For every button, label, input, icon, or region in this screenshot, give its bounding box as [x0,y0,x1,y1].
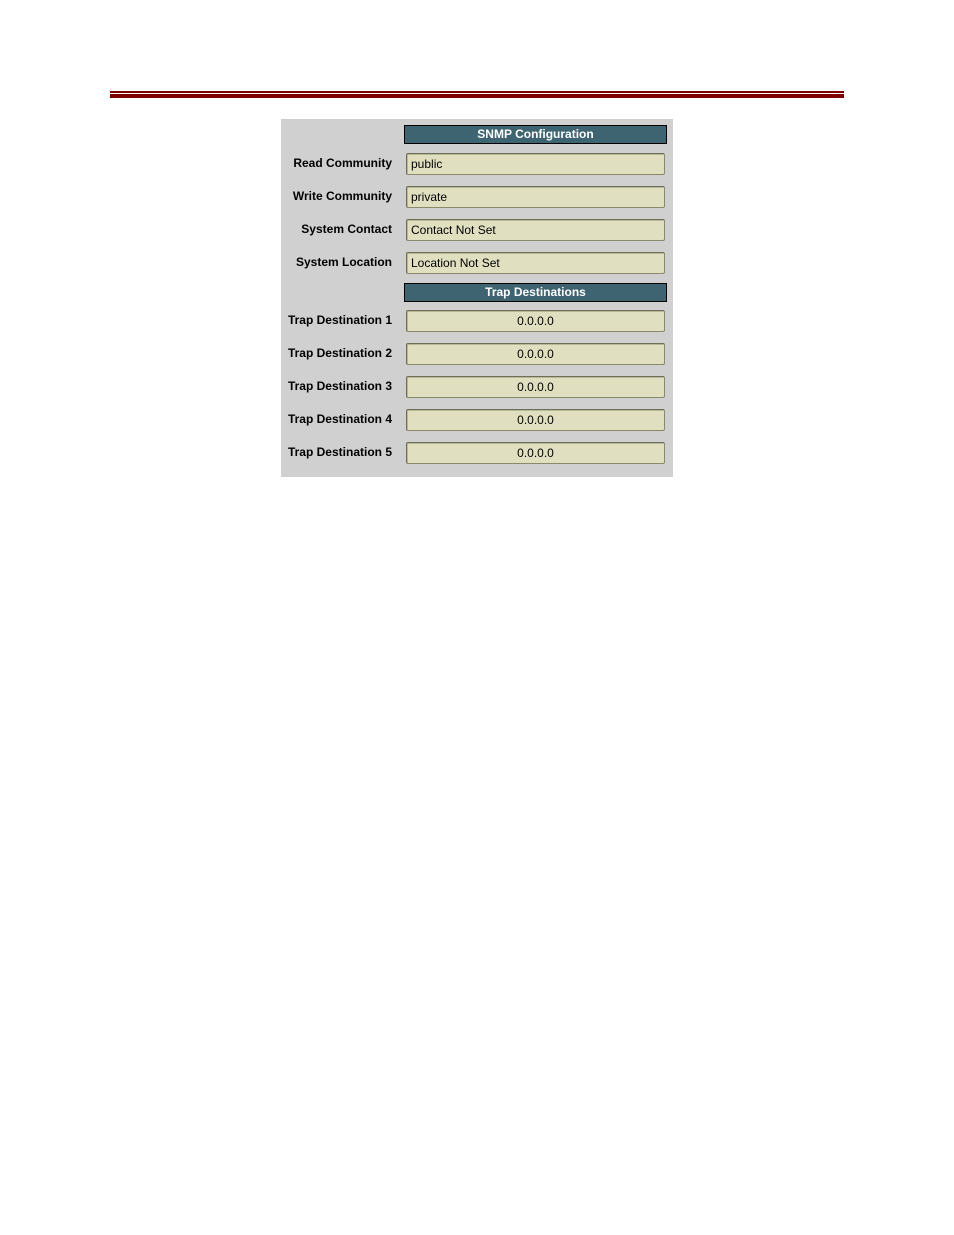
trap-destination-3-input[interactable]: 0.0.0.0 [406,376,665,398]
trap-destination-3-label: Trap Destination 3 [287,379,392,393]
trap-destination-5-label: Trap Destination 5 [287,445,392,459]
trap-destination-2-label: Trap Destination 2 [287,346,392,360]
system-location-input[interactable]: Location Not Set [406,252,665,274]
trap-destination-1-input[interactable]: 0.0.0.0 [406,310,665,332]
page-header-rule-thick [110,94,844,98]
write-community-input[interactable]: private [406,186,665,208]
page-header-rule-thin [110,91,844,93]
read-community-input[interactable]: public [406,153,665,175]
write-community-label: Write Community [292,189,392,203]
read-community-label: Read Community [293,156,392,170]
trap-destination-2-input[interactable]: 0.0.0.0 [406,343,665,365]
snmp-configuration-header: SNMP Configuration [404,125,667,144]
system-contact-input[interactable]: Contact Not Set [406,219,665,241]
system-contact-label: System Contact [301,222,392,236]
system-location-label: System Location [295,255,392,269]
trap-destinations-header: Trap Destinations [404,283,667,302]
trap-destination-4-label: Trap Destination 4 [287,412,392,426]
trap-destination-1-label: Trap Destination 1 [287,313,392,327]
snmp-configuration-panel: SNMP Configuration Read Community public… [281,119,673,477]
trap-destination-5-input[interactable]: 0.0.0.0 [406,442,665,464]
trap-destination-4-input[interactable]: 0.0.0.0 [406,409,665,431]
